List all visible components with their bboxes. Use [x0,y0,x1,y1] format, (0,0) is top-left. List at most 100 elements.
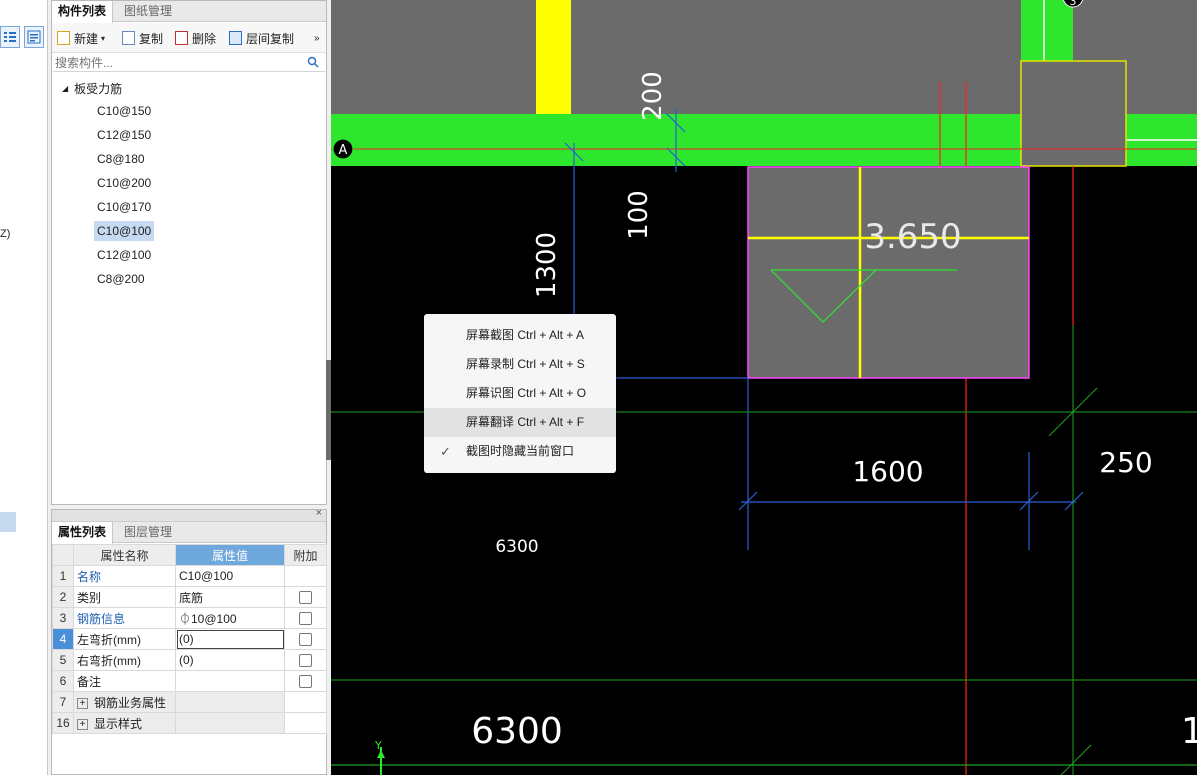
table-row[interactable]: 1 名称 C10@100 [52,565,327,587]
extra-checkbox[interactable] [299,654,312,668]
axis-a-label: A [339,143,348,158]
extra-checkbox[interactable] [299,675,312,689]
property-panel-header: × [52,507,326,522]
property-name: 名称 [73,565,176,587]
elevation-label: 3.650 [864,217,961,257]
component-search [53,54,325,72]
search-input[interactable] [55,55,295,71]
property-group-cell[interactable]: + 显示样式 [73,712,176,734]
dim-1600: 1600 [852,455,923,488]
component-tabs: 构件列表 图纸管理 [52,1,326,23]
menu-item-screen-ocr[interactable]: 屏幕识图 Ctrl + Alt + O [424,379,616,408]
menu-item-label: 屏幕截图 Ctrl + Alt + A [466,328,585,342]
extra-header: 附加 [284,544,327,566]
tree-item[interactable]: C12@150 [94,125,154,145]
delete-icon [175,31,188,45]
tree-item[interactable]: C10@150 [94,101,154,121]
floor-copy-button[interactable]: 层间复制 [229,29,294,47]
table-row[interactable]: 2 类别 底筋 [52,586,327,608]
tree-root-label: 板受力筋 [74,81,123,96]
selected-strip-item[interactable] [0,512,16,532]
new-button-label: 新建 [74,31,99,46]
menu-item-label: 屏幕录制 Ctrl + Alt + S [466,357,585,371]
extra-checkbox[interactable] [299,612,312,626]
property-value[interactable]: ⏀10@100 [175,607,285,629]
tree-item[interactable]: C10@100 [94,221,155,241]
property-name-header: 属性名称 [73,544,176,566]
dim-6300-large: 6300 [471,711,563,752]
more-tools-button[interactable]: » [314,29,320,47]
extra-cell [284,628,327,650]
tree-item[interactable]: C12@100 [94,245,154,265]
column-box [1020,60,1127,167]
table-row[interactable]: 4 左弯折(mm) (0) [52,628,327,650]
row-number: 2 [52,586,74,608]
dim-6300-small: 6300 [495,537,538,557]
copy-button[interactable]: 复制 [122,29,163,47]
property-value[interactable]: C10@100 [175,565,285,587]
extra-cell [284,565,327,587]
tab-layer-manager[interactable]: 图层管理 [118,522,178,543]
screenshot-context-menu: 屏幕截图 Ctrl + Alt + A 屏幕录制 Ctrl + Alt + S … [424,314,616,473]
property-value-editor[interactable]: (0) [175,628,285,650]
property-tabs: 属性列表 图层管理 [52,522,326,544]
tree-item[interactable]: C10@200 [94,173,154,193]
close-icon[interactable]: × [316,507,322,519]
partial-label: Z) [0,228,11,240]
expand-icon[interactable]: + [77,697,88,709]
property-group-cell[interactable]: + 钢筋业务属性 [73,691,176,713]
menu-item-label: 屏幕翻译 Ctrl + Alt + F [466,415,585,429]
extra-cell [284,670,327,692]
row-number: 16 [52,712,74,734]
tree-item[interactable]: C8@200 [94,269,148,289]
property-name: 显示样式 [94,716,143,731]
extra-checkbox[interactable] [299,591,312,605]
slab-region[interactable] [747,166,1030,379]
delete-button[interactable]: 删除 [175,29,216,47]
tree-item[interactable]: C8@180 [94,149,148,169]
menu-item-screenshot[interactable]: 屏幕截图 Ctrl + Alt + A [424,321,616,350]
table-row[interactable]: 7 + 钢筋业务属性 [52,691,327,713]
table-row[interactable]: 6 备注 [52,670,327,692]
table-row[interactable]: 16 + 显示样式 [52,712,327,734]
list-icon [4,32,16,42]
property-table: 属性名称 属性值 附加 1 名称 C10@100 2 类别 底筋 3 钢筋信息 … [52,544,327,734]
detail-icon [27,30,41,44]
row-number: 1 [52,565,74,587]
extra-cell [284,607,327,629]
property-value[interactable] [175,670,285,692]
property-name: 右弯折(mm) [73,649,176,671]
table-row[interactable]: 5 右弯折(mm) (0) [52,649,327,671]
tab-drawing-manager[interactable]: 图纸管理 [118,1,178,22]
yellow-column [536,0,571,114]
new-button[interactable]: 新建 ▾ [57,29,105,47]
table-row[interactable]: 3 钢筋信息 ⏀10@100 [52,607,327,629]
dim-250: 250 [1099,446,1152,479]
tab-component-list[interactable]: 构件列表 [52,1,114,23]
extra-cell [284,691,327,713]
menu-item-screen-record[interactable]: 屏幕录制 Ctrl + Alt + S [424,350,616,379]
tree-root-slab-rebar[interactable]: ◢ 板受力筋 [62,79,122,97]
menu-item-screen-translate[interactable]: 屏幕翻译 Ctrl + Alt + F [424,408,616,437]
dim-partial: 1 [1181,711,1197,752]
extra-checkbox[interactable] [299,633,312,647]
list-view-button[interactable] [0,26,20,48]
dim-100: 100 [624,190,654,240]
detail-view-button[interactable] [24,26,44,48]
axis-3-label: 3 [1070,0,1077,8]
left-tool-strip: Z) [0,0,48,775]
search-icon[interactable] [307,56,319,68]
menu-item-label: 屏幕识图 Ctrl + Alt + O [466,386,587,400]
menu-item-hide-window[interactable]: ✓ 截图时隐藏当前窗口 [424,437,616,466]
tree-item[interactable]: C10@170 [94,197,154,217]
row-number: 6 [52,670,74,692]
row-number: 5 [52,649,74,671]
property-value[interactable]: (0) [175,649,285,671]
dim-200: 200 [638,71,668,121]
collapse-triangle-icon[interactable]: ◢ [62,84,68,93]
tab-property-list[interactable]: 属性列表 [52,522,114,544]
expand-icon[interactable]: + [77,718,88,730]
property-name: 钢筋信息 [73,607,176,629]
property-value[interactable]: 底筋 [175,586,285,608]
component-list-panel: 构件列表 图纸管理 新建 ▾ 复制 删除 层间复制 » ◢ 板受力筋 C10@1… [51,0,327,505]
